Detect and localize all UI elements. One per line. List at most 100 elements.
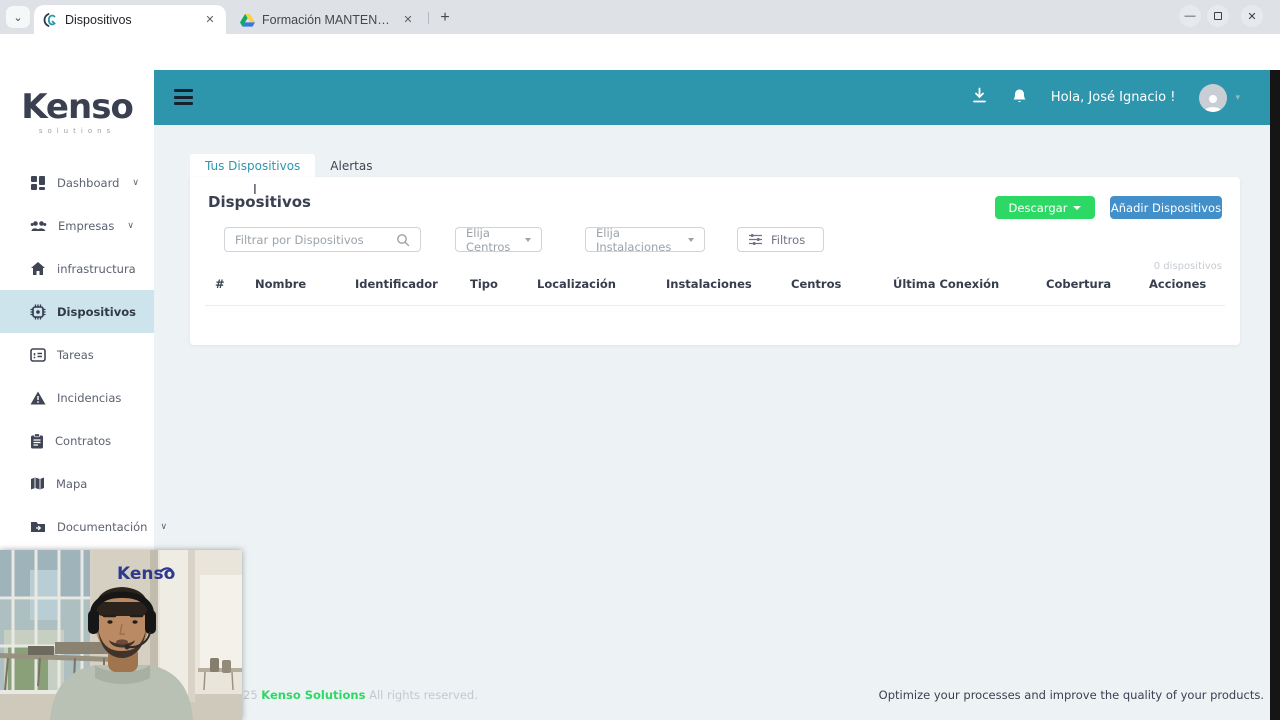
sidebar-item-dispositivos[interactable]: Dispositivos bbox=[0, 290, 154, 333]
tab-close-icon[interactable]: ✕ bbox=[202, 12, 218, 28]
devices-card: Dispositivos Descargar Añadir Dispositiv… bbox=[190, 177, 1240, 345]
sidebar-item-label: Dashboard bbox=[57, 176, 119, 190]
caret-down-icon bbox=[525, 238, 531, 242]
search-icon bbox=[396, 232, 410, 251]
page-title: Dispositivos bbox=[208, 193, 311, 211]
app-header: Hola, José Ignacio ! ▾ bbox=[154, 70, 1270, 125]
instalaciones-select-label: Elija Instalaciones bbox=[596, 226, 681, 254]
chevron-down-icon: ∨ bbox=[132, 178, 139, 188]
new-tab-button[interactable]: + bbox=[434, 7, 456, 29]
col-identificador: Identificador bbox=[355, 277, 438, 291]
tab-alertas[interactable]: Alertas bbox=[315, 154, 387, 179]
device-count: 0 dispositivos bbox=[1154, 261, 1222, 272]
add-devices-button[interactable]: Añadir Dispositivos bbox=[1110, 196, 1222, 219]
folder-icon bbox=[30, 520, 46, 533]
centros-select-label: Elija Centros bbox=[466, 226, 518, 254]
col-instalaciones: Instalaciones bbox=[666, 277, 752, 291]
browser-tabstrip: ⌄ Dispositivos ✕ Formación MANTENIM - ✕ … bbox=[0, 0, 1280, 34]
col-num: # bbox=[215, 277, 225, 291]
sidebar-item-documentacion[interactable]: Documentación ∨ bbox=[0, 505, 154, 548]
sidebar-item-contratos[interactable]: Contratos bbox=[0, 419, 154, 462]
browser-tab-active[interactable]: Dispositivos ✕ bbox=[34, 5, 226, 34]
sidebar-nav: Dashboard ∨ Empresas ∨ infrastructura Di… bbox=[0, 161, 154, 548]
download-header-button[interactable] bbox=[971, 87, 988, 108]
add-devices-label: Añadir Dispositivos bbox=[1111, 201, 1221, 215]
sidebar-item-label: Incidencias bbox=[57, 391, 121, 405]
sidebar-item-label: Dispositivos bbox=[57, 305, 136, 319]
col-centros: Centros bbox=[791, 277, 841, 291]
main-content: Tus Dispositivos Alertas Dispositivos De… bbox=[154, 125, 1270, 720]
sidebar-item-label: infrastructura bbox=[57, 262, 136, 276]
scrollbar[interactable] bbox=[1270, 70, 1280, 720]
google-drive-icon bbox=[240, 13, 255, 27]
chip-icon bbox=[30, 304, 46, 320]
bell-icon bbox=[1012, 88, 1027, 104]
col-localizacion: Localización bbox=[537, 277, 616, 291]
device-filter-input[interactable] bbox=[224, 227, 421, 252]
logo-text: Kenso bbox=[0, 90, 154, 124]
webcam-overlay: Kenso bbox=[0, 550, 242, 720]
kenso-favicon bbox=[42, 12, 58, 28]
sidebar-item-empresas[interactable]: Empresas ∨ bbox=[0, 204, 154, 247]
col-acciones: Acciones bbox=[1149, 277, 1206, 291]
sidebar-item-dashboard[interactable]: Dashboard ∨ bbox=[0, 161, 154, 204]
tab-tus-dispositivos[interactable]: Tus Dispositivos bbox=[190, 154, 315, 179]
centros-select[interactable]: Elija Centros bbox=[455, 227, 542, 252]
chevron-down-icon: ∨ bbox=[127, 221, 134, 231]
footer-brand-link[interactable]: Kenso Solutions bbox=[261, 688, 365, 702]
user-avatar[interactable] bbox=[1199, 84, 1227, 112]
dashboard-grid-icon bbox=[30, 175, 46, 191]
text-cursor: I bbox=[253, 183, 257, 198]
screen: ⌄ Dispositivos ✕ Formación MANTENIM - ✕ … bbox=[0, 0, 1280, 720]
maximize-icon bbox=[1214, 12, 1222, 20]
browser-toolbar: pre.portal.mantenim.com/dispositivo.php … bbox=[0, 34, 1280, 70]
col-cobertura: Cobertura bbox=[1046, 277, 1111, 291]
hamburger-menu-icon[interactable] bbox=[174, 89, 193, 105]
window-close-button[interactable]: ✕ bbox=[1241, 5, 1263, 27]
tab-separator bbox=[428, 12, 429, 24]
copyright-prefix: 25 bbox=[243, 688, 261, 702]
copyright-suffix: All rights reserved. bbox=[365, 688, 477, 702]
sidebar-item-label: Documentación bbox=[57, 520, 147, 534]
filters-button-label: Filtros bbox=[771, 233, 805, 247]
sidebar-item-label: Tareas bbox=[57, 348, 94, 362]
home-icon bbox=[30, 261, 46, 276]
footer-tagline: Optimize your processes and improve the … bbox=[879, 688, 1264, 702]
sliders-icon bbox=[748, 233, 763, 246]
tab-title: Dispositivos bbox=[65, 13, 195, 27]
sidebar-item-infrastructura[interactable]: infrastructura bbox=[0, 247, 154, 290]
tab-search-button[interactable]: ⌄ bbox=[6, 6, 30, 28]
tab-close-icon[interactable]: ✕ bbox=[400, 12, 416, 28]
window-minimize-button[interactable]: — bbox=[1179, 5, 1201, 27]
footer-copyright: 25 Kenso Solutions All rights reserved. bbox=[243, 688, 478, 702]
clipboard-icon bbox=[30, 433, 44, 449]
notifications-button[interactable] bbox=[1012, 88, 1027, 108]
people-icon bbox=[30, 219, 47, 233]
table-header-row: # Nombre Identificador Tipo Localización… bbox=[190, 277, 1240, 297]
filters-button[interactable]: Filtros bbox=[737, 227, 824, 252]
sidebar-item-tareas[interactable]: Tareas bbox=[0, 333, 154, 376]
sidebar-item-incidencias[interactable]: Incidencias bbox=[0, 376, 154, 419]
download-button[interactable]: Descargar bbox=[995, 196, 1095, 219]
window-maximize-button[interactable] bbox=[1207, 5, 1229, 27]
avatar-caret-icon: ▾ bbox=[1235, 93, 1240, 103]
sidebar-item-mapa[interactable]: Mapa bbox=[0, 462, 154, 505]
sidebar-item-label: Mapa bbox=[56, 477, 87, 491]
app-logo[interactable]: Kenso solutions bbox=[0, 70, 154, 135]
sidebar-item-label: Empresas bbox=[58, 219, 114, 233]
wall-logo: Kenso bbox=[117, 564, 175, 584]
col-tipo: Tipo bbox=[470, 277, 498, 291]
table-header-divider bbox=[205, 305, 1225, 306]
user-greeting: Hola, José Ignacio ! bbox=[1051, 90, 1176, 105]
tab-title: Formación MANTENIM - bbox=[262, 13, 393, 27]
caret-down-icon bbox=[1073, 206, 1081, 210]
task-list-icon bbox=[30, 348, 46, 362]
browser-tab-inactive[interactable]: Formación MANTENIM - ✕ bbox=[232, 5, 424, 34]
webcam-scene: Kenso bbox=[0, 550, 242, 720]
caret-down-icon bbox=[688, 238, 694, 242]
col-nombre: Nombre bbox=[255, 277, 306, 291]
chevron-down-icon: ∨ bbox=[160, 522, 167, 532]
download-button-label: Descargar bbox=[1009, 201, 1068, 215]
instalaciones-select[interactable]: Elija Instalaciones bbox=[585, 227, 705, 252]
col-ultima-conexion: Última Conexión bbox=[893, 277, 999, 291]
